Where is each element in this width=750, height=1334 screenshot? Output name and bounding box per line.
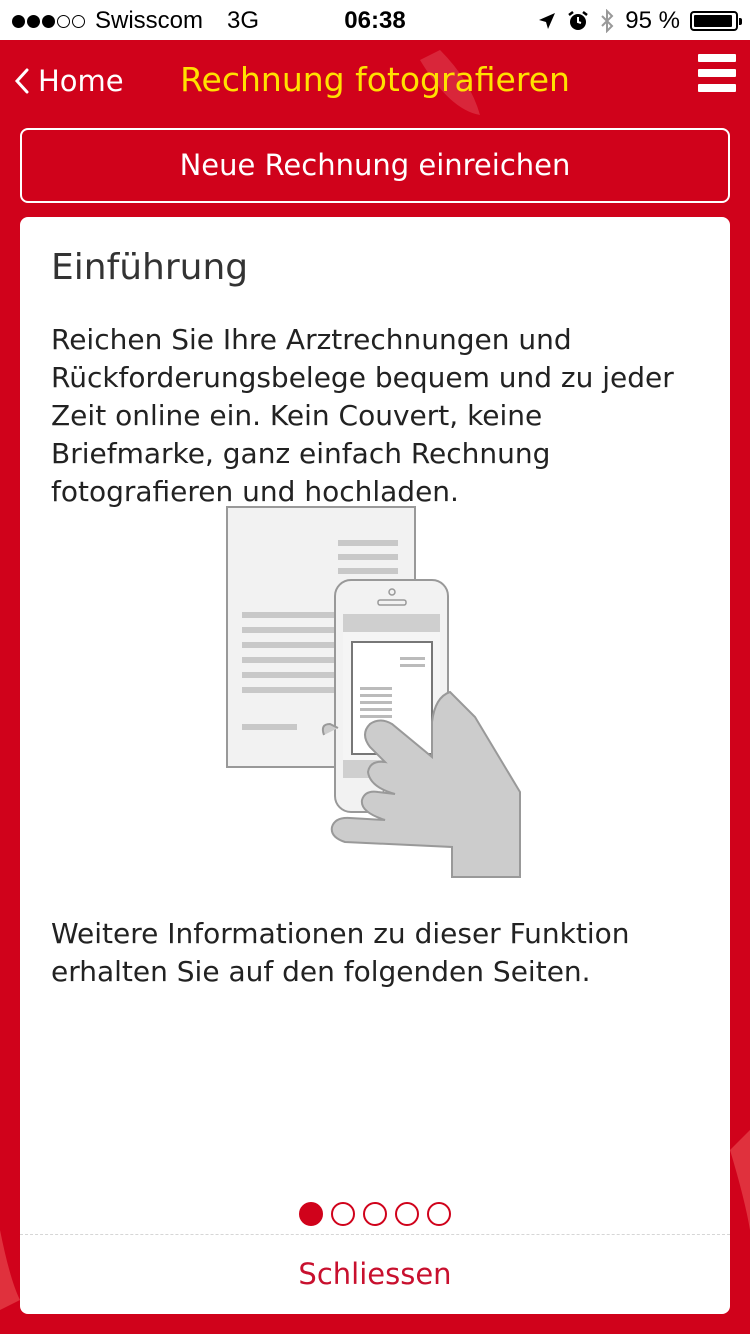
more-info-text: Weitere Informationen zu dieser Funktion… xyxy=(51,917,630,988)
card-title: Einführung xyxy=(51,247,249,288)
alarm-icon xyxy=(568,11,589,30)
page-dot[interactable] xyxy=(363,1202,387,1226)
location-arrow-icon xyxy=(539,13,556,29)
close-button[interactable]: Schliessen xyxy=(20,1235,730,1314)
status-bar: Swisscom 3G 06:38 95 % xyxy=(0,0,750,40)
page-dot[interactable] xyxy=(395,1202,419,1226)
navigation-bar: Home Rechnung fotografieren xyxy=(0,40,750,124)
battery-percentage: 95 % xyxy=(625,7,680,34)
battery-icon xyxy=(690,11,742,31)
page-title: Rechnung fotografieren xyxy=(180,60,570,99)
page-indicator xyxy=(20,1202,730,1226)
page-dot[interactable] xyxy=(331,1202,355,1226)
bluetooth-icon xyxy=(601,9,614,33)
hamburger-menu-icon[interactable] xyxy=(698,54,736,96)
page-dot[interactable] xyxy=(427,1202,451,1226)
intro-text: Reichen Sie Ihre Arztrechnungen und Rück… xyxy=(51,323,674,508)
page-dot[interactable] xyxy=(299,1202,323,1226)
intro-card: Einführung Reichen Sie Ihre Arztrechnung… xyxy=(20,217,730,1314)
new-invoice-button[interactable]: Neue Rechnung einreichen xyxy=(20,128,730,203)
phone-photographing-invoice-illustration xyxy=(226,506,521,878)
